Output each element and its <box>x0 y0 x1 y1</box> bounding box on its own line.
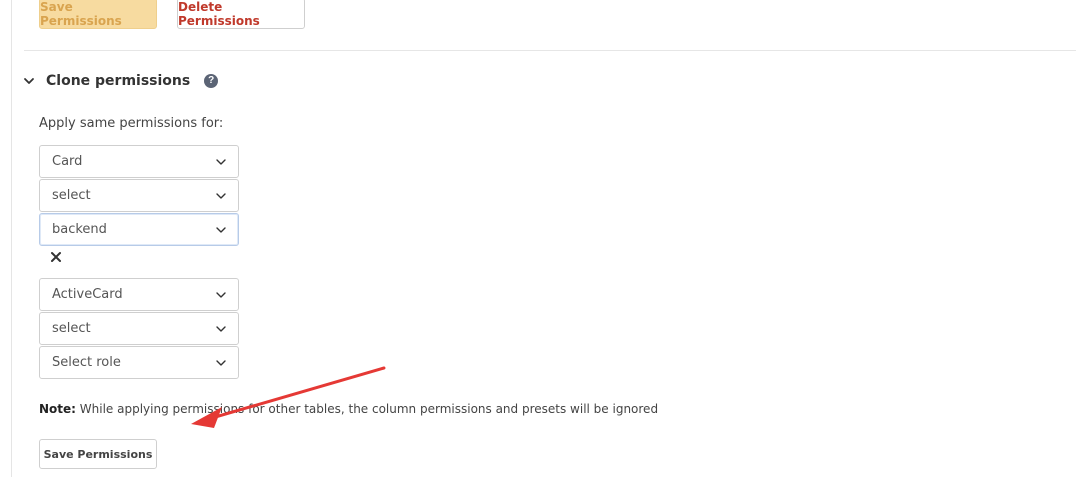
table-select-value: Card <box>52 154 83 169</box>
note-label: Note: <box>39 402 76 416</box>
left-rule <box>11 0 12 477</box>
chevron-down-icon <box>216 191 226 201</box>
chevron-down-icon <box>216 358 226 368</box>
delete-permissions-button[interactable]: Delete Permissions <box>177 0 305 29</box>
save-permissions-button-bottom[interactable]: Save Permissions <box>39 439 157 469</box>
chevron-down-icon <box>216 157 226 167</box>
role-select-value: backend <box>52 222 107 237</box>
table-select-value: ActiveCard <box>52 287 123 302</box>
clone-note: Note: While applying permissions for oth… <box>39 402 658 416</box>
clone-permissions-header[interactable]: Clone permissions ? <box>22 70 219 92</box>
note-text: While applying permissions for other tab… <box>75 402 659 416</box>
save-permissions-button-top[interactable]: Save Permissions <box>39 0 157 29</box>
apply-same-permissions-label: Apply same permissions for: <box>39 116 224 131</box>
chevron-down-icon <box>216 324 226 334</box>
table-select-activecard[interactable]: ActiveCard <box>39 278 239 311</box>
clone-permissions-title: Clone permissions <box>46 73 191 89</box>
remove-clone-icon[interactable] <box>49 250 63 264</box>
chevron-down-icon <box>216 290 226 300</box>
role-select-value: Select role <box>52 355 121 370</box>
chevron-down-icon <box>216 225 226 235</box>
action-select-1[interactable]: select <box>39 179 239 212</box>
action-select-value: select <box>52 321 91 336</box>
section-divider <box>24 50 1076 51</box>
permissions-page: Save Permissions Delete Permissions Clon… <box>0 0 1076 477</box>
help-icon[interactable]: ? <box>204 74 219 88</box>
role-select-1[interactable]: backend <box>39 213 239 246</box>
action-select-2[interactable]: select <box>39 312 239 345</box>
role-select-2[interactable]: Select role <box>39 346 239 379</box>
table-select-card[interactable]: Card <box>39 145 239 178</box>
action-select-value: select <box>52 188 91 203</box>
chevron-down-icon[interactable] <box>22 74 36 88</box>
